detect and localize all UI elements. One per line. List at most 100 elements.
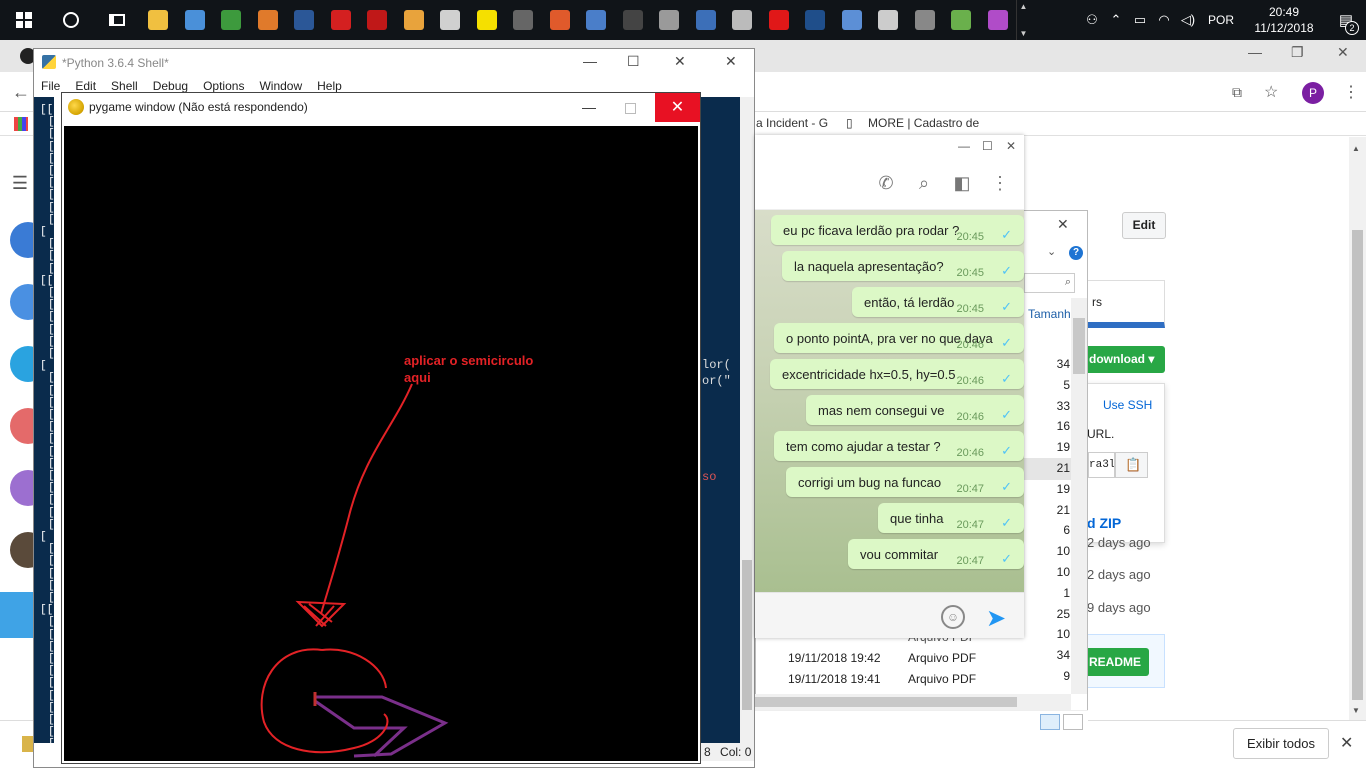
idle-maximize-button[interactable]: ☐ bbox=[627, 53, 640, 70]
chat-message-bubble[interactable]: eu pc ficava lerdão pra rodar ? 20:45 ✓ bbox=[771, 215, 1024, 245]
chat-message-bubble[interactable]: corrigi um bug na funcao 20:47 ✓ bbox=[786, 467, 1024, 497]
clock[interactable]: 20:49 11/12/2018 bbox=[1242, 4, 1326, 36]
profile-avatar[interactable]: P bbox=[1302, 82, 1324, 104]
more-options-icon[interactable]: ⋮ bbox=[990, 173, 1010, 193]
taskbar-app-button[interactable] bbox=[651, 0, 688, 40]
use-ssh-link[interactable]: Use SSH bbox=[1103, 398, 1152, 412]
taskbar-app-button[interactable] bbox=[980, 0, 1017, 40]
chat-message-bubble[interactable]: que tinha 20:47 ✓ bbox=[878, 503, 1024, 533]
search-icon[interactable]: ⌕ bbox=[914, 173, 934, 193]
browser-menu-icon[interactable]: ⋮ bbox=[1343, 82, 1359, 102]
explorer-hscroll-thumb[interactable] bbox=[755, 697, 1017, 707]
chat-message-bubble[interactable]: o ponto pointA, pra ver no que dava 20:46… bbox=[774, 323, 1024, 353]
chat-minimize-button[interactable]: — bbox=[958, 139, 970, 153]
emoji-icon[interactable]: ☺ bbox=[941, 605, 965, 629]
large-icons-view-icon[interactable] bbox=[1063, 714, 1083, 730]
sidebar-toggle-icon[interactable]: ◧ bbox=[952, 173, 972, 193]
explorer-search-input[interactable]: ⌕ bbox=[1024, 273, 1075, 293]
chevron-down-icon[interactable]: ▼ bbox=[1020, 29, 1028, 38]
bookmark-incident[interactable]: a Incident - G bbox=[756, 116, 828, 130]
taskbar-scroll[interactable]: ▲ ▼ bbox=[1016, 0, 1030, 40]
taskbar-app-button[interactable] bbox=[834, 0, 871, 40]
taskbar-app-button[interactable] bbox=[797, 0, 834, 40]
chevron-up-icon[interactable]: ▲ bbox=[1020, 2, 1028, 11]
action-center-button[interactable]: ▤ 2 bbox=[1326, 11, 1366, 35]
page-scrollbar-thumb[interactable] bbox=[1352, 230, 1363, 700]
taskbar-app-button[interactable] bbox=[250, 0, 287, 40]
taskbar-app-button[interactable] bbox=[396, 0, 433, 40]
close-download-bar-button[interactable]: ✕ bbox=[1340, 733, 1353, 753]
pygame-minimize-button[interactable]: — bbox=[582, 99, 596, 115]
chat-message-bubble[interactable]: tem como ajudar a testar ? 20:46 ✓ bbox=[774, 431, 1024, 461]
pygame-close-button[interactable]: ✕ bbox=[655, 93, 700, 122]
explorer-vscroll-thumb[interactable] bbox=[1073, 318, 1085, 374]
taskbar-app-button[interactable] bbox=[578, 0, 615, 40]
taskbar-app-button[interactable] bbox=[359, 0, 396, 40]
copy-clipboard-button[interactable]: 📋 bbox=[1115, 452, 1148, 478]
browser-close-button[interactable]: ✕ bbox=[1337, 44, 1349, 61]
taskbar-app-button[interactable] bbox=[323, 0, 360, 40]
show-hidden-icons-chevron-icon[interactable]: ⌃ bbox=[1104, 12, 1128, 28]
chat-message-bubble[interactable]: vou commitar 20:47 ✓ bbox=[848, 539, 1024, 569]
idle-menu-item[interactable]: File bbox=[41, 79, 60, 97]
chat-message-bubble[interactable]: mas nem consegui ve 20:46 ✓ bbox=[806, 395, 1024, 425]
input-language[interactable]: POR bbox=[1200, 13, 1242, 27]
browser-restore-button[interactable]: ❐ bbox=[1291, 44, 1304, 61]
browser-minimize-button[interactable]: — bbox=[1248, 44, 1262, 60]
chat-input-bar[interactable] bbox=[755, 592, 1024, 638]
scroll-up-arrow-icon[interactable]: ▲ bbox=[1352, 144, 1360, 153]
chevron-down-icon[interactable]: ⌄ bbox=[1047, 245, 1056, 258]
chat-maximize-button[interactable]: ☐ bbox=[982, 139, 993, 153]
taskbar-app-button[interactable] bbox=[505, 0, 542, 40]
clone-url-input[interactable]: ra3l bbox=[1088, 452, 1115, 478]
taskbar-app-button[interactable] bbox=[542, 0, 579, 40]
download-zip-link[interactable]: d ZIP bbox=[1087, 515, 1121, 531]
taskbar-app-button[interactable] bbox=[213, 0, 250, 40]
phone-icon[interactable]: ✆ bbox=[876, 173, 896, 193]
start-button[interactable] bbox=[0, 0, 48, 40]
taskbar-app-button[interactable] bbox=[177, 0, 214, 40]
taskbar-app-button[interactable] bbox=[140, 0, 177, 40]
taskbar-app-button[interactable] bbox=[469, 0, 506, 40]
taskbar-app-button[interactable] bbox=[615, 0, 652, 40]
show-all-downloads-button[interactable]: Exibir todos bbox=[1233, 728, 1329, 759]
idle-minimize-button[interactable]: — bbox=[583, 53, 597, 69]
taskbar-app-button[interactable] bbox=[432, 0, 469, 40]
back-arrow-icon[interactable]: ← bbox=[12, 82, 30, 103]
edit-button[interactable]: Edit bbox=[1122, 212, 1166, 239]
taskbar-app-button[interactable] bbox=[688, 0, 725, 40]
apps-grid-icon[interactable] bbox=[14, 117, 28, 131]
task-view-button[interactable] bbox=[94, 0, 140, 40]
taskbar-app-button[interactable] bbox=[870, 0, 907, 40]
bookmark-cadastro[interactable]: MORE | Cadastro de bbox=[868, 116, 979, 130]
translate-icon[interactable]: ⧉ bbox=[1232, 84, 1242, 101]
repo-tab[interactable]: rs bbox=[1085, 280, 1165, 328]
people-icon[interactable]: ⚇ bbox=[1080, 12, 1104, 28]
taskbar-app-button[interactable] bbox=[943, 0, 980, 40]
details-view-icon[interactable] bbox=[1040, 714, 1060, 730]
taskbar-app-button[interactable] bbox=[286, 0, 323, 40]
chat-close-button[interactable]: ✕ bbox=[1006, 139, 1016, 153]
volume-icon[interactable]: ◁) bbox=[1176, 12, 1200, 28]
idle-close-button[interactable]: ✕ bbox=[674, 53, 686, 70]
chat-message-bubble[interactable]: então, tá lerdão 20:45 ✓ bbox=[852, 287, 1024, 317]
chat-message-bubble[interactable]: la naquela apresentação? 20:45 ✓ bbox=[782, 251, 1024, 281]
taskbar-app-button[interactable] bbox=[907, 0, 944, 40]
window-close-button[interactable]: ✕ bbox=[725, 53, 737, 70]
bookmark-star-icon[interactable]: ☆ bbox=[1264, 82, 1278, 102]
wifi-icon[interactable]: ◠ bbox=[1152, 12, 1176, 28]
help-icon[interactable]: ? bbox=[1069, 246, 1083, 260]
scroll-down-arrow-icon[interactable]: ▼ bbox=[1352, 706, 1360, 715]
taskbar-app-button[interactable] bbox=[761, 0, 798, 40]
explorer-close-button[interactable]: ✕ bbox=[1057, 216, 1069, 233]
pygame-maximize-button[interactable] bbox=[625, 103, 636, 114]
send-icon[interactable]: ➤ bbox=[986, 604, 1006, 633]
clone-download-button[interactable]: download ▾ bbox=[1083, 346, 1165, 373]
battery-icon[interactable]: ▭ bbox=[1128, 12, 1152, 28]
pygame-canvas[interactable] bbox=[64, 126, 698, 761]
cortana-search-button[interactable] bbox=[48, 0, 94, 40]
add-readme-button[interactable]: README bbox=[1083, 648, 1149, 676]
chat-message-bubble[interactable]: excentricidade hx=0.5, hy=0.5 20:46 ✓ bbox=[770, 359, 1024, 389]
taskbar-app-button[interactable] bbox=[724, 0, 761, 40]
size-column-header[interactable]: Tamanh bbox=[1028, 307, 1071, 321]
